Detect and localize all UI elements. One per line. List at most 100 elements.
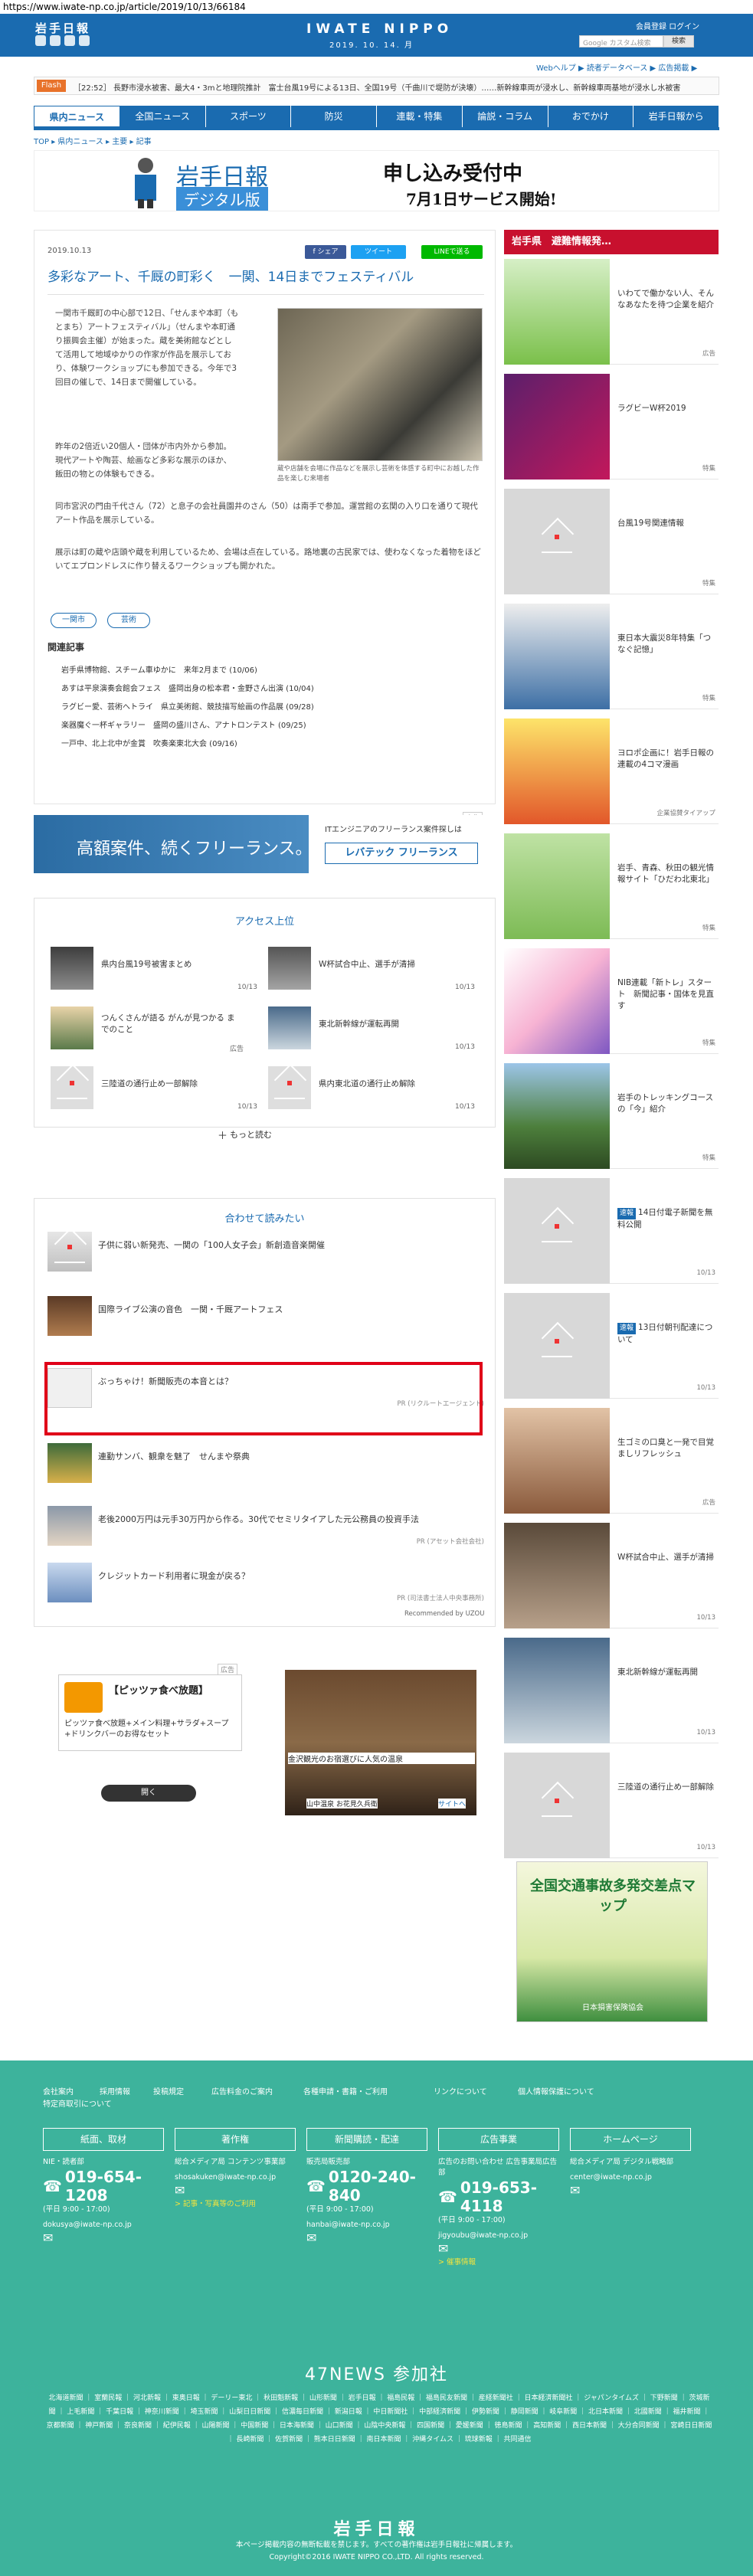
footer-email[interactable]: hanbai@iwate-np.co.jp	[306, 2220, 427, 2231]
search-input[interactable]: Google カスタム検索	[579, 35, 663, 47]
sidebar-item[interactable]: ラグビーW杯2019 特集	[504, 372, 719, 480]
sidebar-item[interactable]: 速報 13日付朝刊配達について 10/13	[504, 1291, 719, 1399]
mail-icon[interactable]: ✉	[570, 2183, 691, 2198]
nav-tab[interactable]: 県内ニュース	[34, 106, 120, 127]
sidebar-item[interactable]: 台風19号関連情報 特集	[504, 487, 719, 594]
sidebar-item[interactable]: ヨロポ企画に！岩手日報の連載の4コマ漫画 企業協賛タイアップ	[504, 717, 719, 824]
sidebar-item[interactable]: 岩手、青森、秋田の観光情報サイト「ひだわ北東北」 特集	[504, 832, 719, 939]
search-button[interactable]: 検索	[663, 35, 694, 47]
ranking-thumbnail[interactable]	[51, 947, 93, 990]
account-links[interactable]: 会員登録 ログイン	[636, 20, 699, 31]
line-share-button[interactable]: LINEで送る	[421, 245, 483, 259]
recommend-item[interactable]: 老後2000万円は元手30万円から作る。30代でセミリタイアした元公務員の投資手…	[47, 1506, 484, 1546]
onsen-ad-text[interactable]: 金沢観光のお宿選びに人気の温泉	[288, 1753, 475, 1764]
sidebar-item[interactable]: NIB連載「新トレ」スタート 新聞記事・国体を見直す 特集	[504, 947, 719, 1054]
open-ad-button[interactable]: 開く	[101, 1785, 196, 1802]
footer-logo[interactable]: 岩手日報	[0, 2515, 753, 2540]
levtech-caption: ITエンジニアのフリーランス案件探しは	[325, 826, 462, 834]
related-article-link[interactable]: 一戸中、北上北中が金賞 吹奏楽東北大会 (09/16)	[61, 737, 237, 748]
evacuation-info-header[interactable]: 岩手県 避難情報発…	[504, 230, 719, 254]
footer-link[interactable]: 個人情報保護について	[518, 2085, 594, 2096]
brand-name[interactable]: IWATE NIPPO	[306, 21, 453, 37]
ranking-item[interactable]: W杯試合中止、選手が清掃	[319, 959, 457, 971]
footer-link[interactable]: 特定商取引について	[43, 2097, 112, 2109]
recommend-item[interactable]: 国際ライブ公演の音色 一関・千厩アートフェス	[47, 1296, 484, 1336]
youtube-icon[interactable]	[64, 35, 75, 46]
footer-column-heading: 新聞購読・配達	[306, 2128, 427, 2151]
ranking-thumbnail[interactable]	[268, 947, 311, 990]
ranking-item[interactable]: 県内台風19号被害まとめ	[101, 959, 239, 971]
sidebar-item[interactable]: 速報 14日付電子新聞を無料公開 10/13	[504, 1177, 719, 1284]
footer-phone[interactable]: 019-654-1208	[65, 2168, 164, 2204]
nav-tab[interactable]: 防災	[291, 106, 377, 127]
ranking-item[interactable]: つんくさんが語る がんが見つかる までのこと	[101, 1013, 239, 1036]
ranking-thumbnail[interactable]	[268, 1007, 311, 1049]
nav-tab[interactable]: 岩手日報から	[634, 106, 719, 127]
address-bar-url[interactable]: https://www.iwate-np.co.jp/article/2019/…	[3, 2, 246, 12]
footer-link[interactable]: 広告料金のご案内	[211, 2085, 273, 2096]
ranking-item[interactable]: 東北新幹線が運転再開	[319, 1019, 457, 1030]
footer-link[interactable]: 採用情報	[100, 2085, 130, 2096]
sidebar-item[interactable]: 三陸道の通行止め一部解除 10/13	[504, 1751, 719, 1858]
more-link[interactable]: もっと読む	[230, 1128, 272, 1141]
uzou-credit[interactable]: Recommended by UZOU	[404, 1610, 484, 1618]
news47-papers[interactable]: 北海道新聞 ｜ 室蘭民報 ｜ 河北新報 ｜ 東奥日報 ｜ デーリー東北 ｜ 秋田…	[46, 2391, 712, 2447]
ranking-thumbnail[interactable]	[51, 1066, 93, 1109]
nav-tab[interactable]: おでかけ	[548, 106, 634, 127]
sidebar-item[interactable]: 東日本大震災8年特集「つなぐ記憶」 特集	[504, 602, 719, 709]
ranking-item[interactable]: 県内東北道の通行止め解除	[319, 1079, 457, 1090]
facebook-icon[interactable]	[50, 35, 61, 46]
footer-link[interactable]: 会社案内	[43, 2085, 74, 2096]
footer-email[interactable]: shosakuken@iwate-np.co.jp	[175, 2172, 296, 2183]
mail-icon[interactable]: ✉	[306, 2231, 427, 2245]
recommend-item[interactable]: 子供に弱い新発売、一関の「100人女子会」新創造音楽開催	[47, 1232, 484, 1272]
footer-extra-link[interactable]: > 催事情報	[438, 2256, 559, 2267]
nav-tab[interactable]: 論説・コラム	[462, 106, 548, 127]
ranking-thumbnail[interactable]	[51, 1007, 93, 1049]
header-sub-links[interactable]: Webヘルプ ▶ 読者データベース ▶ 広告掲載 ▶	[536, 61, 697, 73]
recommend-item[interactable]: クレジットカード利用者に現金が戻る？ PR (司法書士法人中央事務所)	[47, 1563, 484, 1602]
footer-phone[interactable]: 0120-240-840	[329, 2168, 427, 2204]
twitter-icon[interactable]	[35, 35, 46, 46]
related-article-link[interactable]: 楽器魔ぐ一杯ギャラリー 盛岡の盛川さん、アナトロンテスト (09/25)	[61, 718, 306, 730]
footer-link[interactable]: リンクについて	[434, 2085, 487, 2096]
tweet-button[interactable]: ツイート	[351, 245, 406, 259]
mail-icon[interactable]: ✉	[43, 2231, 164, 2245]
onsen-ad-image[interactable]	[285, 1670, 476, 1815]
flash-text[interactable]: ［22:52］ 長野市浸水被害、最大4・3mと地理院推計 富士台風19号による1…	[74, 81, 709, 93]
sidebar-item[interactable]: いわてで働かない人、そんなあなたを待つ企業を紹介 広告	[504, 257, 719, 365]
ranking-thumbnail[interactable]	[268, 1066, 311, 1109]
footer-email[interactable]: center@iwate-np.co.jp	[570, 2172, 691, 2183]
footer-email[interactable]: jigyoubu@iwate-np.co.jp	[438, 2231, 559, 2241]
footer-link[interactable]: 各種申請・書籍・ご利用	[303, 2085, 388, 2096]
mail-icon[interactable]: ✉	[175, 2183, 296, 2198]
nav-tab[interactable]: 連載・特集	[377, 106, 463, 127]
instagram-icon[interactable]	[79, 35, 90, 46]
onsen-ad-link[interactable]: サイトへ	[438, 1799, 467, 1808]
sidebar-item[interactable]: 岩手のトレッキングコースの「今」紹介 特集	[504, 1062, 719, 1169]
related-article-link[interactable]: あすは平泉演奏会館会フェス 盛岡出身の松本君・金野さん出演 (10/04)	[61, 682, 314, 693]
footer-extra-link[interactable]: > 記事・写真等のご利用	[175, 2198, 296, 2208]
article-photo[interactable]	[277, 308, 483, 461]
nav-tab[interactable]: 全国ニュース	[119, 106, 206, 127]
sidebar-item-meta: 特集	[702, 695, 715, 702]
sidebar-item[interactable]: W杯試合中止、選手が清掃 10/13	[504, 1521, 719, 1628]
nav-tab[interactable]: スポーツ	[205, 106, 292, 127]
recommend-item[interactable]: 連勤サンバ、観衆を魅了 せんまや祭典	[47, 1443, 484, 1483]
facebook-share-button[interactable]: f シェア	[305, 245, 346, 259]
footer-email[interactable]: dokusya@iwate-np.co.jp	[43, 2220, 164, 2231]
sidebar-item-meta: 特集	[702, 580, 715, 588]
mail-icon[interactable]: ✉	[438, 2241, 559, 2256]
tag-chip[interactable]: 一関市	[51, 613, 97, 628]
related-article-link[interactable]: ラグビー愛、芸術へトライ 県立美術館、競技描写絵画の作品展 (09/28)	[61, 700, 314, 712]
site-logo[interactable]: 岩手日報	[35, 20, 90, 36]
footer-link[interactable]: 投稿規定	[153, 2085, 184, 2096]
breaking-badge: 速報	[617, 1208, 637, 1219]
breadcrumb[interactable]: TOP ▸ 県内ニュース ▸ 主要 ▸ 記事	[34, 135, 152, 146]
footer-phone[interactable]: 019-653-4118	[460, 2178, 559, 2215]
related-article-link[interactable]: 岩手県博物館、スチーム車ゆかに 来年2月まで (10/06)	[61, 663, 257, 675]
sidebar-item[interactable]: 東北新幹線が運転再開 10/13	[504, 1636, 719, 1743]
ranking-item[interactable]: 三陸道の通行止め一部解除	[101, 1079, 239, 1090]
sidebar-item[interactable]: 生ゴミの口臭と一発で目覚ましリフレッシュ 広告	[504, 1406, 719, 1514]
tag-chip[interactable]: 芸術	[107, 613, 150, 628]
